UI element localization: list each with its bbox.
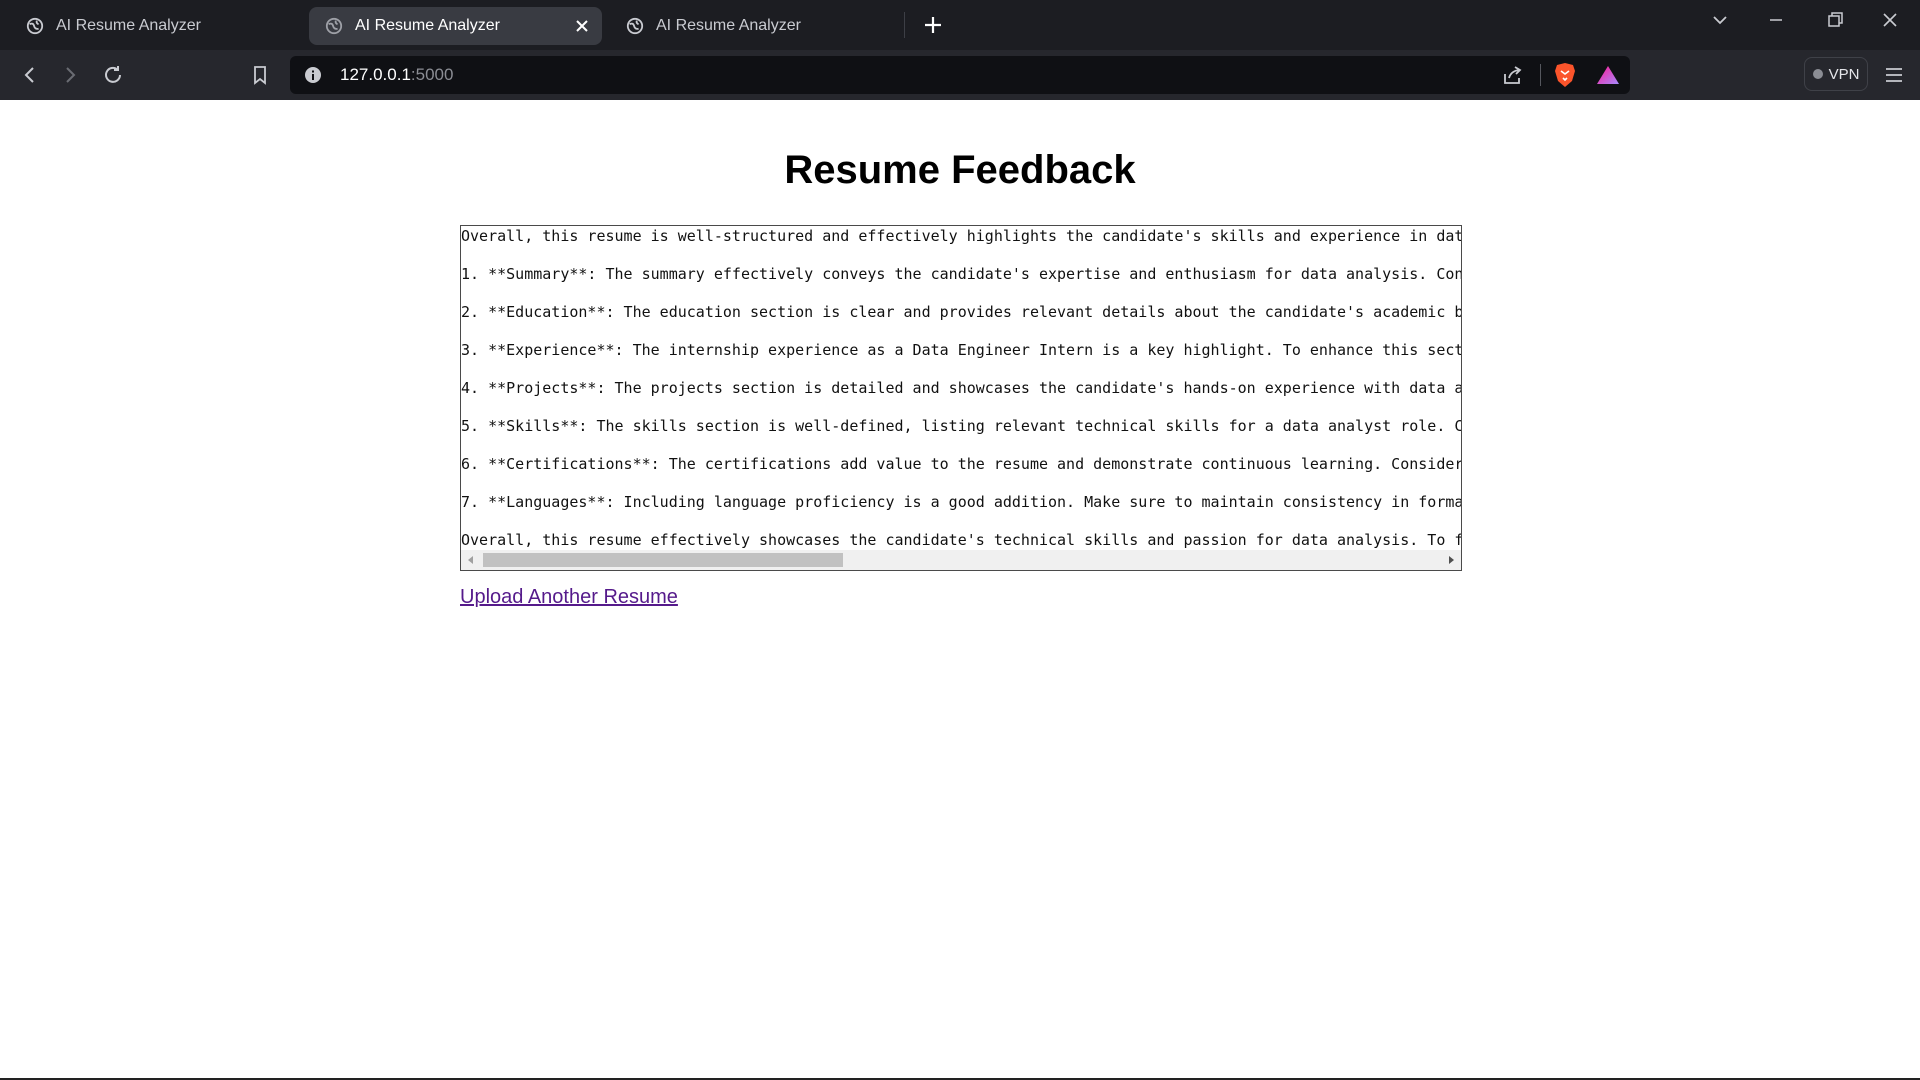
brave-rewards-icon[interactable] bbox=[1596, 64, 1620, 86]
toolbar-divider bbox=[1540, 64, 1541, 86]
globe-icon bbox=[26, 17, 44, 35]
page-title: Resume Feedback bbox=[784, 148, 1136, 192]
tab-title: AI Resume Analyzer bbox=[656, 17, 801, 34]
tab-title: AI Resume Analyzer bbox=[355, 17, 500, 34]
url-host: 127.0.0.1 bbox=[340, 65, 411, 84]
browser-tab-2[interactable]: AI Resume Analyzer bbox=[309, 7, 602, 45]
scroll-left-icon[interactable] bbox=[465, 554, 477, 566]
address-bar[interactable]: 127.0.0.1:5000 bbox=[290, 56, 1630, 94]
browser-tab-3[interactable]: AI Resume Analyzer bbox=[610, 7, 900, 45]
vpn-status-icon bbox=[1812, 69, 1823, 79]
horizontal-scrollbar[interactable] bbox=[461, 550, 1461, 570]
upload-another-resume-link[interactable]: Upload Another Resume bbox=[460, 586, 678, 609]
feedback-line: 3. **Experience**: The internship experi… bbox=[461, 341, 1461, 359]
feedback-line: Overall, this resume is well-structured … bbox=[461, 227, 1461, 245]
close-window-icon[interactable] bbox=[1870, 6, 1910, 34]
vpn-label: VPN bbox=[1828, 65, 1860, 83]
vpn-button[interactable]: VPN bbox=[1804, 57, 1868, 91]
globe-icon bbox=[325, 17, 343, 35]
feedback-line: 6. **Certifications**: The certification… bbox=[461, 455, 1461, 473]
tab-list-chevron-icon[interactable] bbox=[1700, 6, 1740, 34]
brave-shields-icon[interactable] bbox=[1554, 62, 1576, 88]
share-icon[interactable] bbox=[1502, 64, 1524, 86]
reload-icon[interactable] bbox=[101, 63, 125, 87]
feedback-line: 5. **Skills**: The skills section is wel… bbox=[461, 417, 1461, 435]
scrollbar-thumb[interactable] bbox=[483, 553, 843, 567]
feedback-line: 4. **Projects**: The projects section is… bbox=[461, 379, 1461, 397]
url-port: :5000 bbox=[410, 65, 454, 84]
url-text[interactable]: 127.0.0.1:5000 bbox=[340, 65, 453, 85]
feedback-textbox[interactable]: Overall, this resume is well-structured … bbox=[460, 225, 1462, 571]
tab-separator bbox=[904, 12, 905, 38]
feedback-line: Overall, this resume effectively showcas… bbox=[461, 531, 1461, 549]
tab-bar: AI Resume Analyzer AI Resume Analyzer AI… bbox=[0, 0, 1920, 50]
minimize-icon[interactable] bbox=[1756, 6, 1796, 34]
tab-title: AI Resume Analyzer bbox=[56, 17, 201, 34]
feedback-text[interactable]: Overall, this resume is well-structured … bbox=[461, 226, 1461, 550]
restore-icon[interactable] bbox=[1814, 6, 1854, 34]
scroll-right-icon[interactable] bbox=[1445, 554, 1457, 566]
browser-toolbar: 127.0.0.1:5000 VPN bbox=[0, 50, 1920, 100]
bookmark-icon[interactable] bbox=[248, 63, 272, 87]
menu-icon[interactable] bbox=[1882, 63, 1906, 87]
close-tab-icon[interactable] bbox=[572, 16, 592, 36]
new-tab-icon[interactable] bbox=[918, 10, 948, 40]
globe-icon bbox=[626, 17, 644, 35]
site-info-icon[interactable] bbox=[304, 66, 322, 84]
browser-tab-1[interactable]: AI Resume Analyzer bbox=[10, 7, 300, 45]
back-icon[interactable] bbox=[18, 63, 42, 87]
feedback-line: 1. **Summary**: The summary effectively … bbox=[461, 265, 1461, 283]
feedback-line: 7. **Languages**: Including language pro… bbox=[461, 493, 1461, 511]
forward-icon[interactable] bbox=[58, 63, 82, 87]
feedback-line: 2. **Education**: The education section … bbox=[461, 303, 1461, 321]
